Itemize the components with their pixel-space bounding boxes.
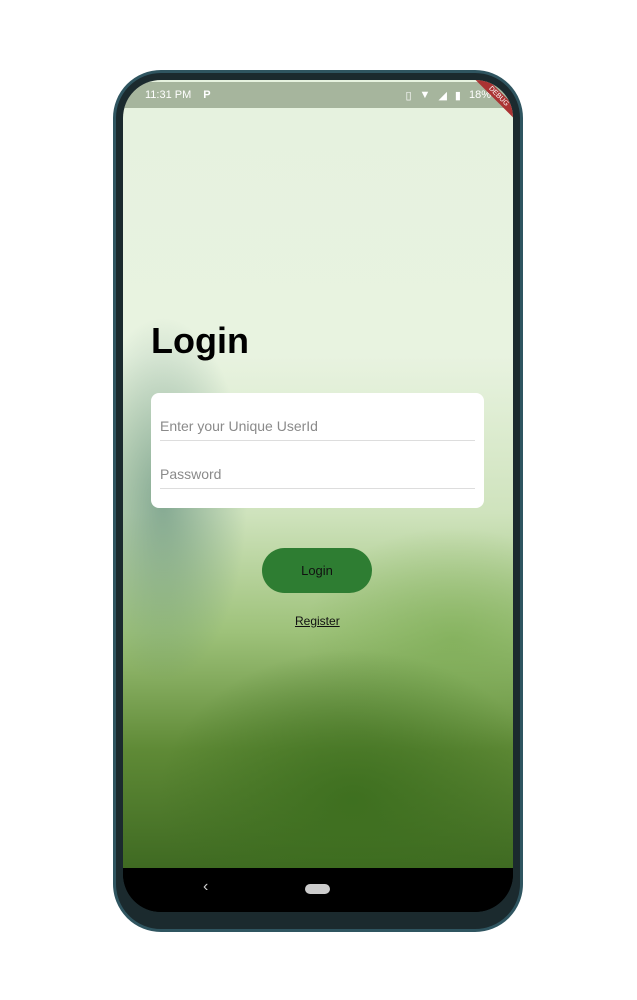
status-time: 11:31 PM	[145, 89, 192, 101]
notification-icon: P	[203, 89, 211, 101]
navigation-bar: ‹	[123, 868, 513, 912]
userid-field	[160, 393, 475, 441]
userid-input[interactable]	[160, 417, 475, 434]
wifi-icon: ▼	[419, 89, 431, 101]
password-field	[160, 441, 475, 489]
phone-screen: 11:31 PM P ▯ ▼ ◢ ▮ 18% DEBUG Login Login…	[123, 80, 513, 912]
login-button[interactable]: Login	[262, 548, 372, 593]
login-form-card	[151, 393, 484, 508]
register-link[interactable]: Register	[295, 614, 340, 628]
status-bar: 11:31 PM P ▯ ▼ ◢ ▮ 18% DEBUG	[123, 80, 513, 123]
vibrate-icon: ▯	[405, 89, 412, 102]
back-icon[interactable]: ‹	[203, 878, 208, 896]
signal-icon: ◢	[438, 89, 447, 102]
home-button[interactable]	[305, 884, 330, 894]
page-title: Login	[151, 320, 249, 361]
battery-icon: ▮	[454, 89, 461, 102]
password-input[interactable]	[160, 465, 475, 482]
